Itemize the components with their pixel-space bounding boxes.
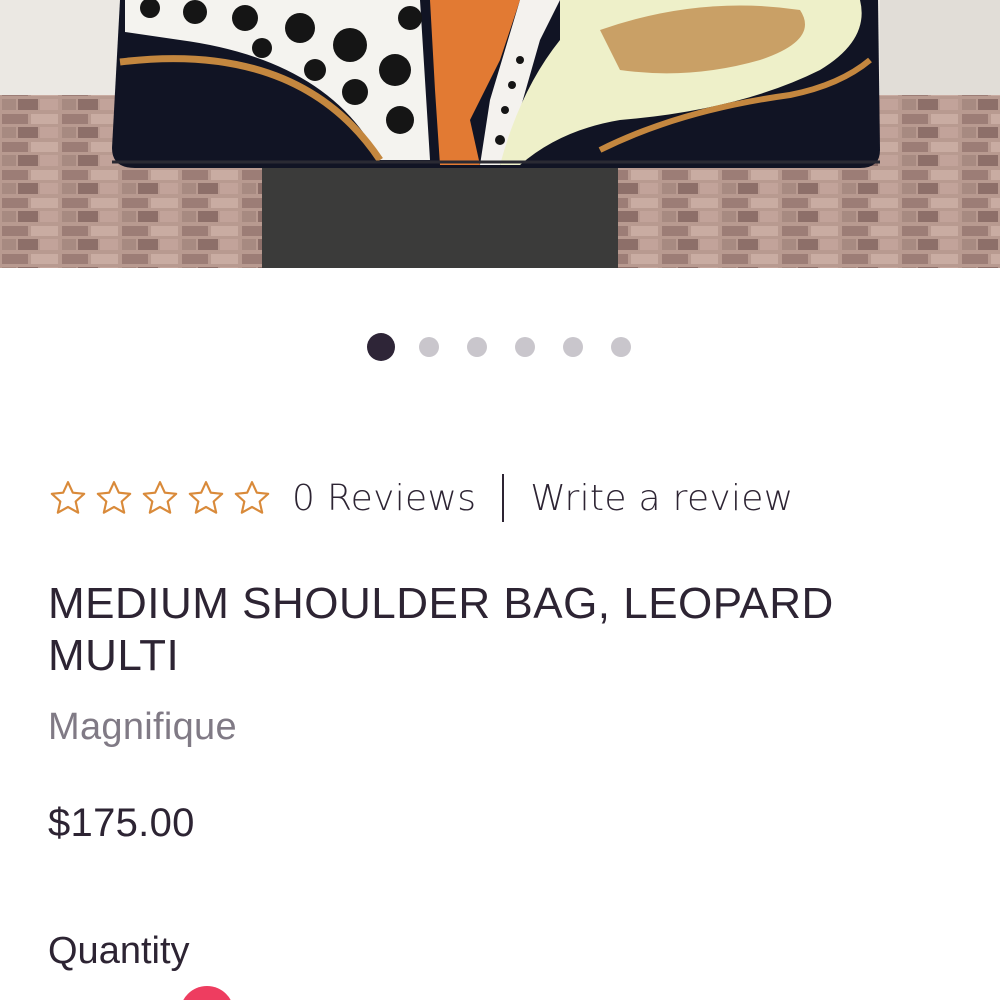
carousel-dots: [0, 333, 1000, 361]
brand-link[interactable]: Magnifique: [48, 706, 237, 749]
carousel-dot-6[interactable]: [611, 337, 631, 357]
quantity-label: Quantity: [48, 930, 190, 972]
carousel-dot-1[interactable]: [367, 333, 395, 361]
star-rating[interactable]: [48, 478, 272, 518]
product-page: 0 Reviews Write a review MEDIUM SHOULDER…: [0, 0, 1000, 1000]
divider: [502, 474, 505, 522]
product-title: MEDIUM SHOULDER BAG, LEOPARD MULTI: [48, 579, 834, 680]
rating-row: 0 Reviews Write a review: [48, 470, 794, 526]
star-outline-icon: [188, 481, 224, 514]
product-price: $175.00: [48, 801, 195, 845]
star-outline-icon: [234, 481, 270, 514]
star-outline-icon: [142, 481, 178, 514]
floating-action-button[interactable]: [180, 986, 234, 1000]
carousel-dot-2[interactable]: [419, 337, 439, 357]
product-image[interactable]: [0, 0, 1000, 268]
product-photo: [0, 0, 1000, 268]
carousel-dot-4[interactable]: [515, 337, 535, 357]
carousel-dot-5[interactable]: [563, 337, 583, 357]
write-review-link[interactable]: Write a review: [530, 478, 793, 519]
star-outline-icon: [50, 481, 86, 514]
reviews-count-link[interactable]: 0 Reviews: [292, 478, 476, 519]
carousel-dot-3[interactable]: [467, 337, 487, 357]
star-outline-icon: [96, 481, 132, 514]
